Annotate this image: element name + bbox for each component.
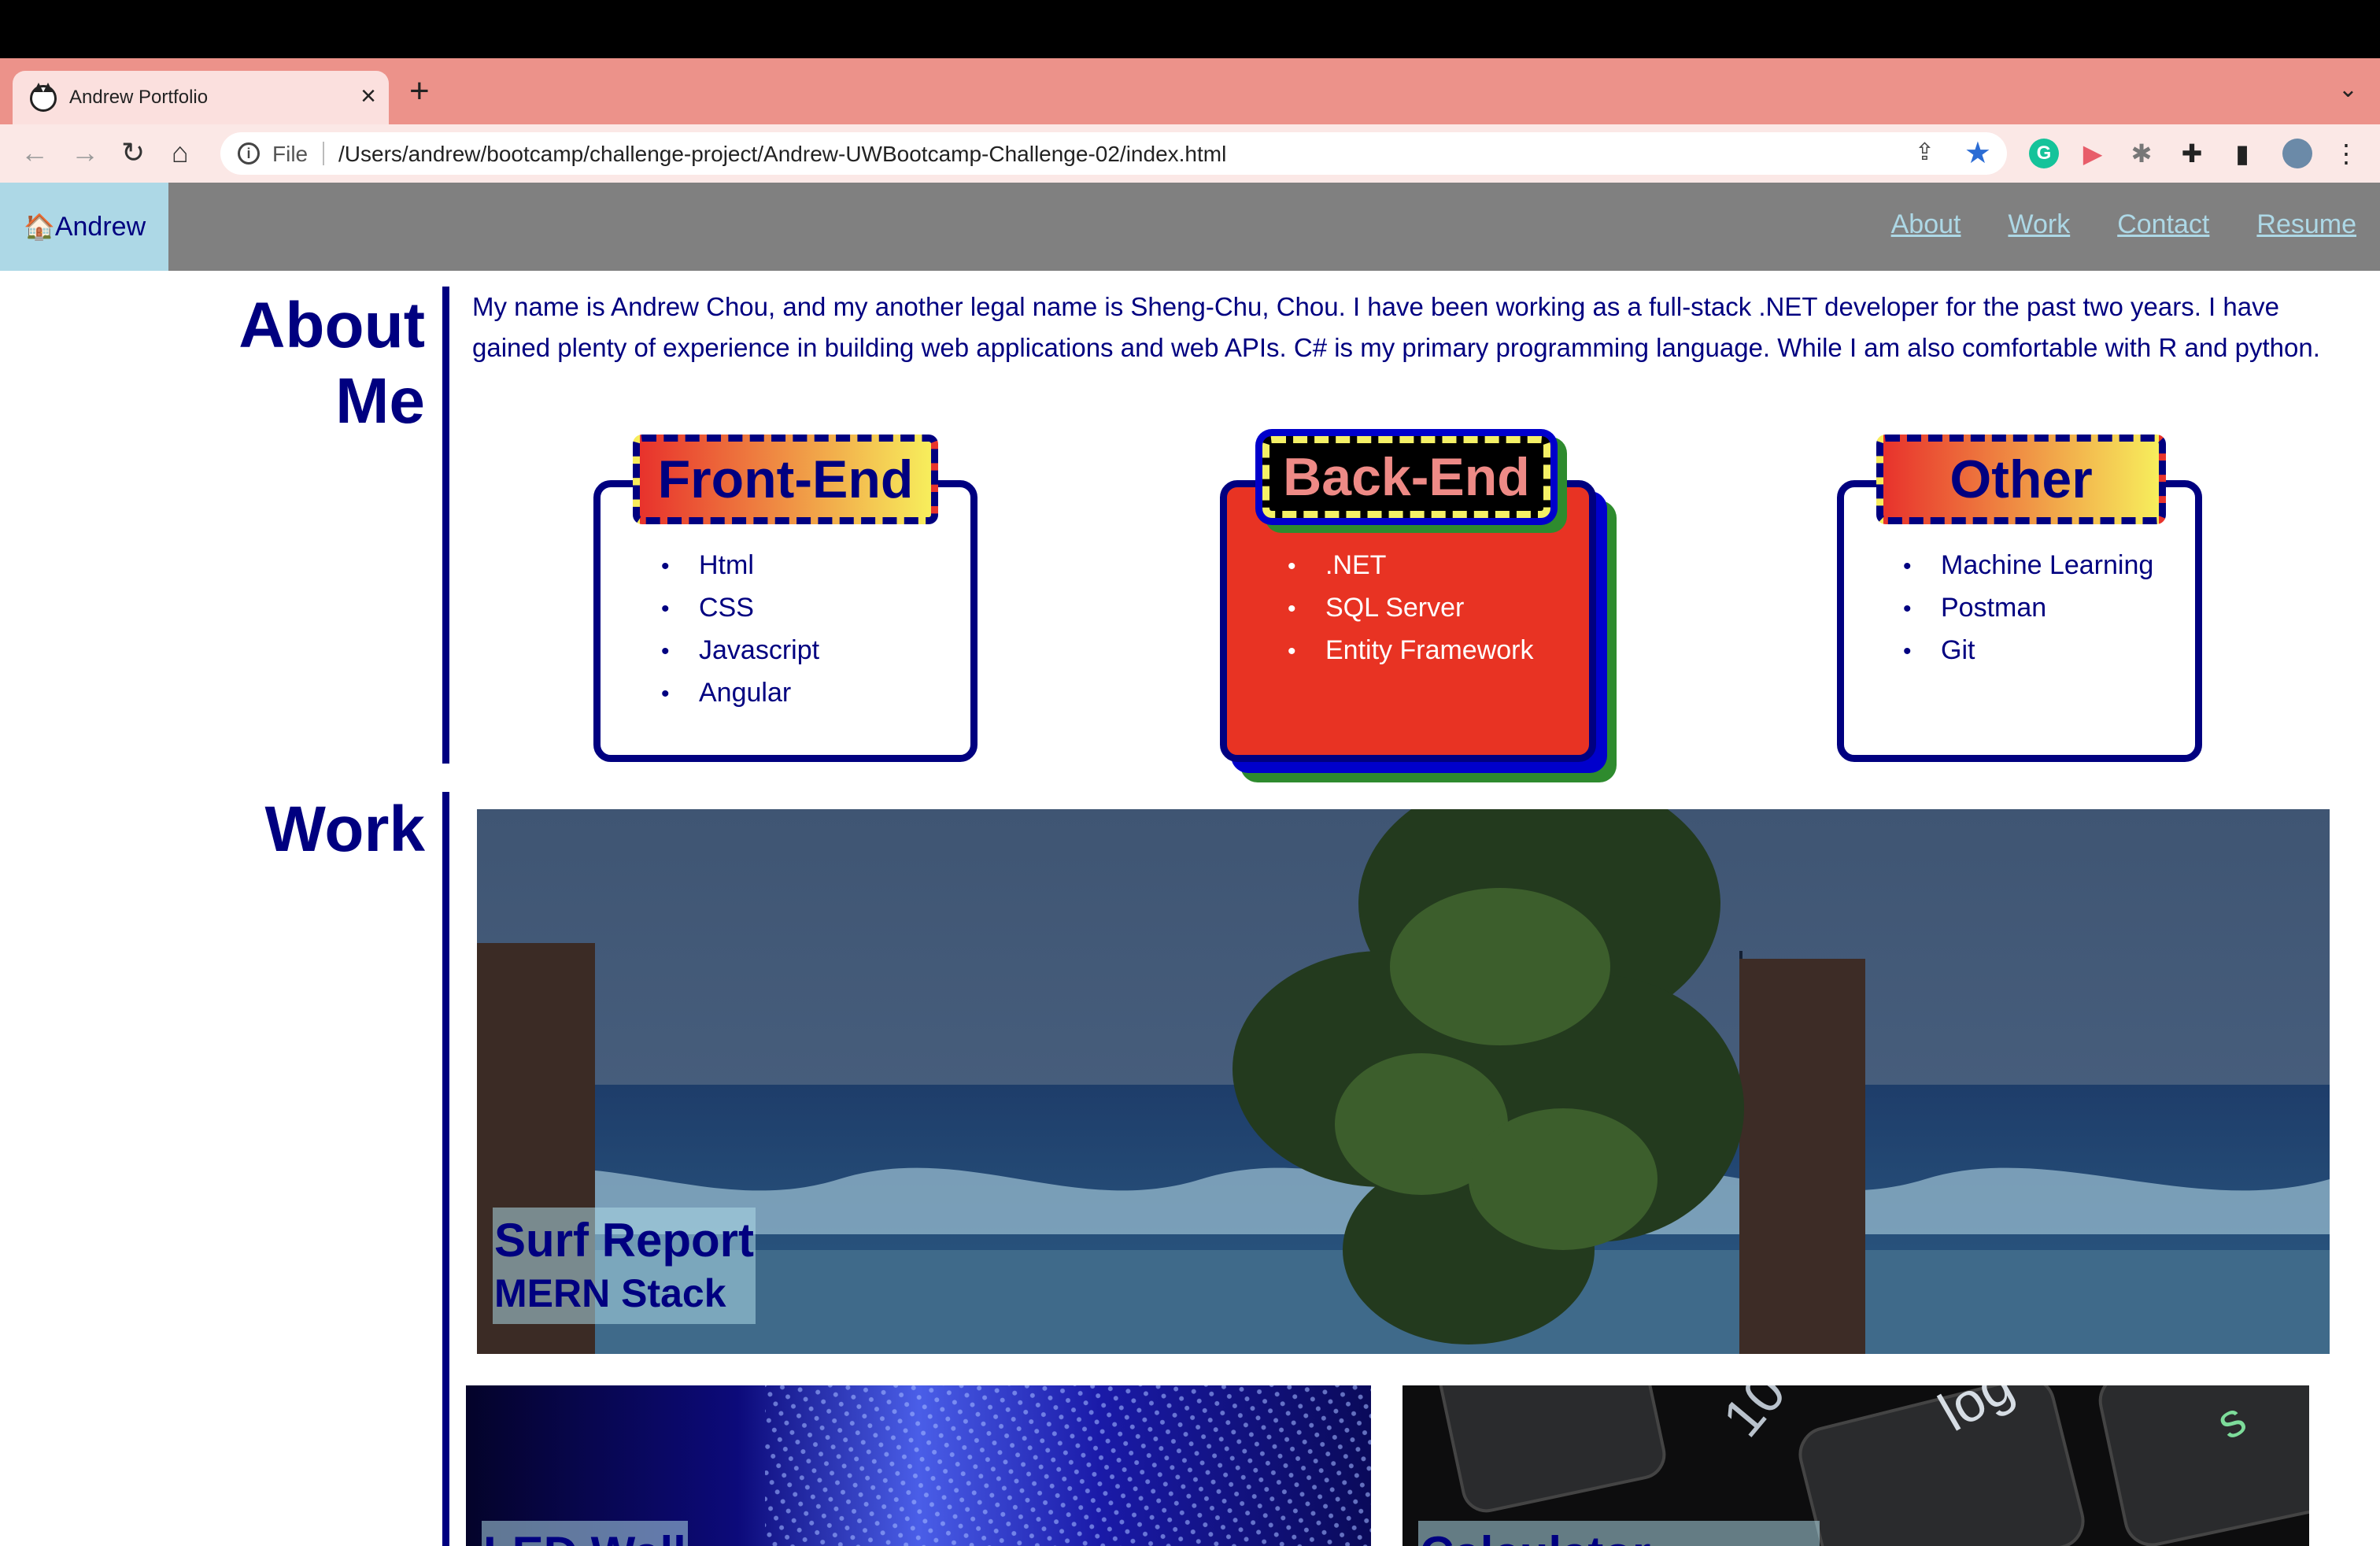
url-text[interactable]: /Users/andrew/bootcamp/challenge-project… bbox=[338, 142, 1226, 167]
address-bar[interactable]: i File /Users/andrew/bootcamp/challenge-… bbox=[220, 132, 2007, 175]
tab-andrew-portfolio[interactable]: Andrew Portfolio × bbox=[13, 71, 389, 124]
os-menu-bar bbox=[0, 0, 2380, 58]
page-viewport: 🏠Andrew About Work Contact Resume About … bbox=[0, 183, 2380, 1546]
site-info-icon[interactable]: i bbox=[238, 142, 260, 165]
nav-work-link[interactable]: Work bbox=[2008, 209, 2070, 240]
project-label: Surf Report MERN Stack bbox=[493, 1208, 756, 1324]
bug-icon[interactable]: ✱ bbox=[2127, 139, 2156, 168]
project-card-surf-report[interactable]: Surf Report MERN Stack bbox=[477, 809, 2330, 1354]
url-separator bbox=[323, 142, 324, 165]
bookmark-star-icon[interactable]: ★ bbox=[1964, 135, 1991, 171]
nav-about-link[interactable]: About bbox=[1891, 209, 1961, 240]
menu-kebab-icon[interactable]: ⋮ bbox=[2331, 139, 2361, 168]
about-heading-line1: About bbox=[238, 290, 425, 361]
skill-item: Postman bbox=[1903, 587, 2153, 630]
brand-label: Andrew bbox=[54, 212, 146, 242]
forward-arrow-icon[interactable]: → bbox=[71, 135, 99, 170]
skill-item: SQL Server bbox=[1288, 587, 1534, 630]
about-paragraph: My name is Andrew Chou, and my another l… bbox=[472, 292, 2320, 362]
skill-item: Entity Framework bbox=[1288, 630, 1534, 672]
skill-title-front-end: Front-End bbox=[633, 435, 938, 524]
project-label: Calculator bbox=[1418, 1521, 1820, 1546]
reload-icon[interactable]: ↻ bbox=[121, 135, 145, 170]
tab-strip: Andrew Portfolio × bbox=[0, 58, 2380, 124]
back-arrow-icon[interactable]: ← bbox=[20, 135, 49, 170]
skill-list-other: Machine Learning Postman Git bbox=[1903, 545, 2153, 672]
about-heading-line2: Me bbox=[335, 365, 425, 437]
skill-title-back-end: Back-End bbox=[1262, 436, 1550, 518]
grammarly-icon[interactable]: G bbox=[2029, 139, 2059, 168]
project-name: Calculator bbox=[1418, 1526, 1820, 1546]
skill-item: CSS bbox=[661, 587, 819, 630]
tab-close-icon[interactable]: × bbox=[360, 80, 376, 112]
cat-favicon-icon bbox=[30, 83, 57, 112]
tab-title: Andrew Portfolio bbox=[69, 87, 209, 108]
skill-list-back-end: .NET SQL Server Entity Framework bbox=[1288, 545, 1534, 672]
skill-list-front-end: Html CSS Javascript Angular bbox=[661, 545, 819, 715]
url-scheme-label: File bbox=[272, 142, 309, 166]
sidepanel-icon[interactable]: ▮ bbox=[2227, 139, 2257, 168]
brand-link[interactable]: 🏠Andrew bbox=[0, 183, 168, 271]
project-tech: MERN Stack bbox=[494, 1271, 726, 1315]
work-divider bbox=[442, 792, 449, 1546]
project-label: LED Wall bbox=[482, 1521, 688, 1546]
site-header: 🏠Andrew About Work Contact Resume bbox=[0, 183, 2380, 271]
nav-resume-link[interactable]: Resume bbox=[2256, 209, 2356, 240]
project-card-calculator[interactable]: 10 log s Calculator bbox=[1402, 1385, 2309, 1546]
project-name: Surf Report bbox=[494, 1214, 754, 1267]
skill-item: Machine Learning bbox=[1903, 545, 2153, 587]
skill-item: Angular bbox=[661, 672, 819, 715]
share-icon[interactable]: ⇪ bbox=[1915, 139, 1935, 166]
house-icon: 🏠 bbox=[24, 213, 55, 241]
work-heading: Work bbox=[264, 793, 425, 865]
browser-toolbar: ← → ↻ ⌂ i File /Users/andrew/bootcamp/ch… bbox=[0, 124, 2380, 183]
about-divider bbox=[442, 287, 449, 764]
puzzle-icon[interactable]: ✚ bbox=[2177, 139, 2207, 168]
skill-item: .NET bbox=[1288, 545, 1534, 587]
skill-item: Git bbox=[1903, 630, 2153, 672]
home-icon[interactable]: ⌂ bbox=[172, 135, 189, 170]
site-nav: About Work Contact Resume bbox=[1891, 209, 2356, 240]
skill-item: Javascript bbox=[661, 630, 819, 672]
tab-search-chevron-icon[interactable]: ⌄ bbox=[2338, 76, 2358, 103]
project-card-led-wall[interactable]: LED Wall bbox=[466, 1385, 1371, 1546]
nav-contact-link[interactable]: Contact bbox=[2117, 209, 2209, 240]
skill-title-other: Other bbox=[1876, 435, 2166, 524]
screen-recorder-icon[interactable]: ▶ bbox=[2078, 139, 2108, 168]
about-heading: About Me bbox=[238, 288, 425, 439]
skill-item: Html bbox=[661, 545, 819, 587]
new-tab-button[interactable]: + bbox=[409, 68, 430, 115]
profile-avatar[interactable] bbox=[2282, 139, 2312, 168]
project-name: LED Wall bbox=[482, 1526, 688, 1546]
